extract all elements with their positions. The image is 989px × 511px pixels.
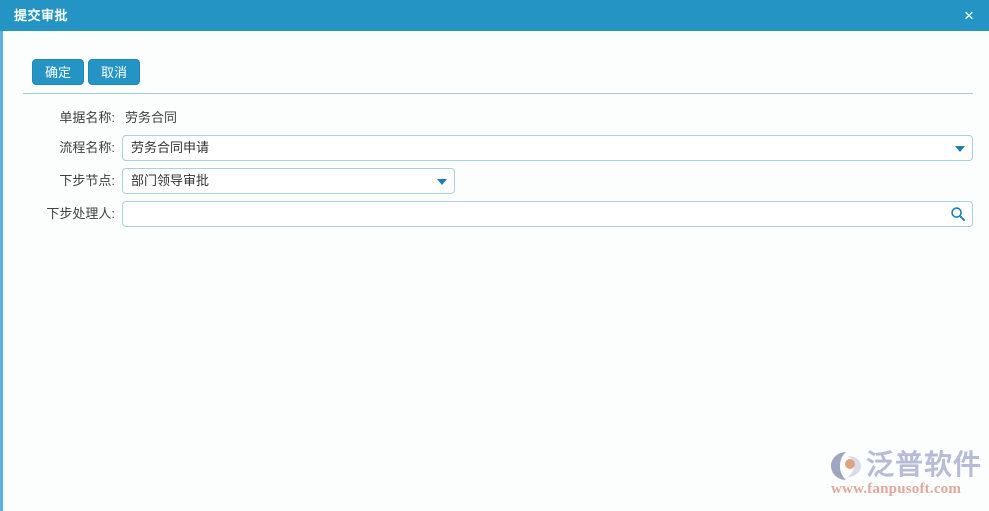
confirm-button[interactable]: 确定: [32, 59, 85, 85]
next-node-select[interactable]: 部门领导审批: [122, 168, 455, 194]
label-next-node: 下步节点:: [59, 173, 115, 188]
next-handler-value: [131, 202, 946, 226]
form-row-next-node: 下步节点: 部门领导审批: [3, 165, 989, 197]
form-row-next-handler: 下步处理人:: [3, 198, 989, 230]
watermark: 泛普软件 www.fanpusoft.com: [830, 445, 981, 503]
dialog-title-bar: 提交审批 ×: [0, 0, 989, 31]
next-node-selected-value: 部门领导审批: [131, 173, 210, 188]
flow-name-selected-value: 劳务合同申请: [131, 140, 210, 155]
chevron-down-icon[interactable]: [955, 146, 965, 152]
form-row-document-name: 单据名称: 劳务合同: [3, 102, 989, 134]
dialog-toolbar: 确定 取消: [3, 31, 989, 94]
dialog-title: 提交审批: [14, 8, 69, 23]
close-icon[interactable]: ×: [955, 0, 983, 31]
watermark-url: www.fanpusoft.com: [831, 481, 962, 497]
value-document-name: 劳务合同: [125, 110, 178, 125]
label-next-handler: 下步处理人:: [46, 206, 115, 221]
label-flow-name: 流程名称:: [59, 140, 115, 155]
search-icon[interactable]: [950, 206, 966, 222]
next-handler-input[interactable]: [122, 201, 973, 227]
form-row-flow-name: 流程名称: 劳务合同申请: [3, 132, 989, 164]
label-document-name: 单据名称:: [59, 110, 115, 125]
cancel-button[interactable]: 取消: [88, 59, 141, 85]
chevron-down-icon[interactable]: [437, 179, 447, 185]
toolbar-divider: [23, 93, 973, 94]
submit-approval-dialog: 提交审批 × 确定 取消 单据名称: 劳务合同 流程名称: 劳务合同申请 下步节…: [0, 0, 989, 511]
watermark-brand: 泛普软件: [866, 448, 983, 481]
company-logo-icon: [830, 451, 864, 481]
flow-name-select[interactable]: 劳务合同申请: [122, 135, 973, 161]
